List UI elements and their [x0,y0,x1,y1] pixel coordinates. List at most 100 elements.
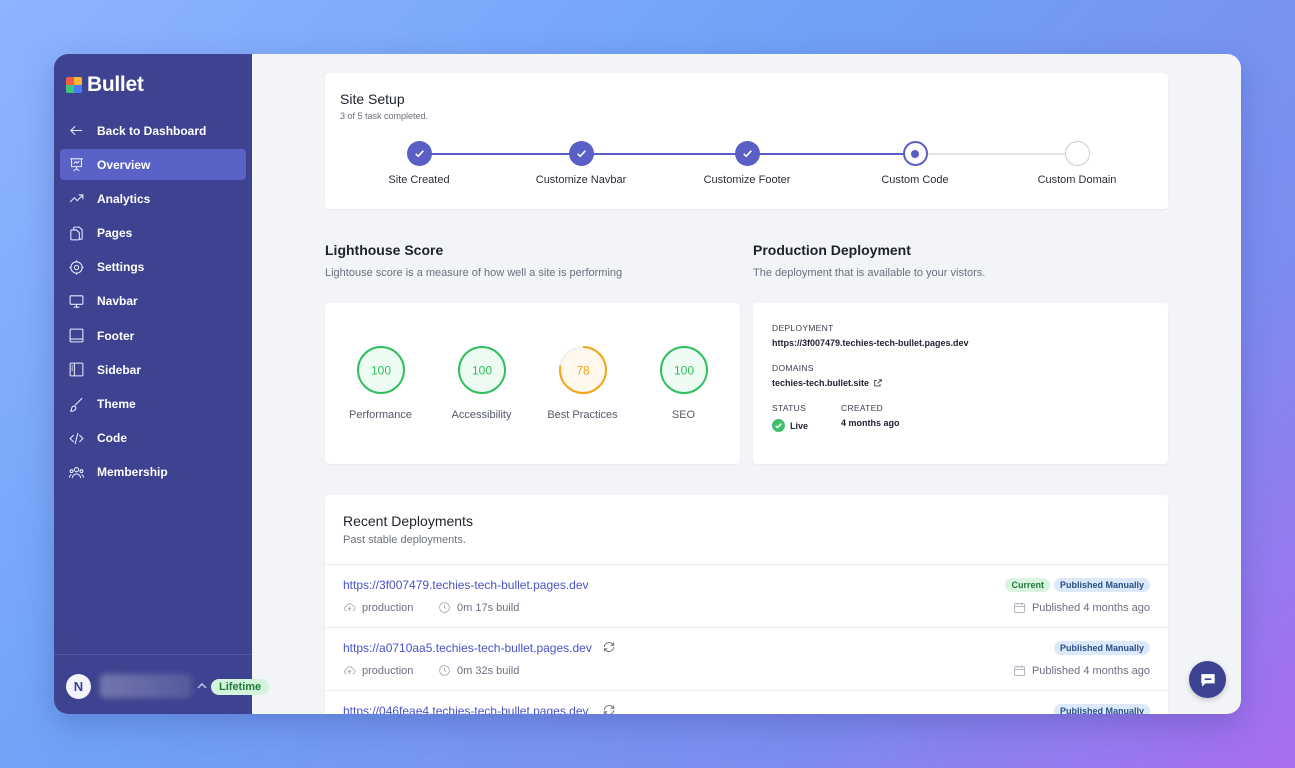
sidebar-item-label: Footer [97,328,135,343]
sidebar-item-pages[interactable]: Pages [60,218,246,249]
score-value: 100 [673,364,693,378]
chat-button[interactable] [1189,661,1226,698]
sidebar-nav: Back to Dashboard Overview Analytics Pag… [60,115,246,491]
step-custom-code[interactable]: Custom Code [840,141,990,186]
site-setup-subtitle: 3 of 5 task completed. [340,111,429,121]
monitor-icon [67,292,85,310]
deployment-environment: production [343,601,413,614]
calendar-icon [1014,602,1025,613]
created-label: CREATED [841,403,884,413]
sidebar-item-membership[interactable]: Membership [60,457,246,488]
deployment-link[interactable]: https://3f007479.techies-tech-bullet.pag… [343,578,589,592]
calendar-icon [1014,665,1025,676]
sidebar-item-settings[interactable]: Settings [60,252,246,283]
score-accessibility: 100 Accessibility [431,345,532,421]
sidebar: Bullet Back to Dashboard Overview Analyt… [54,54,270,714]
production-title: Production Deployment [753,242,911,258]
lighthouse-card: 100 Performance 100 Accessibility 78 Bes… [325,303,740,464]
step-label: Custom Code [881,174,949,186]
published-text: Published 4 months ago [1031,601,1150,614]
score-value: 100 [471,364,491,378]
score-label: Accessibility [451,409,512,421]
step-label: Custom Domain [1037,174,1117,186]
current-badge: Current [1005,578,1050,592]
sidebar-item-analytics[interactable]: Analytics [60,183,246,214]
sidebar-item-sidebar[interactable]: Sidebar [60,354,246,385]
sidebar-item-footer[interactable]: Footer [60,320,246,351]
presentation-chart-icon [67,156,85,174]
deployment-url[interactable]: https://3f007479.techies-tech-bullet.pag… [772,338,969,348]
current-step-icon [902,141,928,166]
sidebar-item-theme[interactable]: Theme [60,389,246,420]
recent-deployments-card: Recent Deployments Past stable deploymen… [325,495,1168,714]
status-text: Live [790,420,809,431]
main-content: Site Setup 3 of 5 task completed. Site C… [252,54,1241,714]
cloud-upload-icon [344,603,356,612]
step-site-created[interactable]: Site Created [344,141,494,186]
refresh-icon[interactable] [602,703,616,714]
deployment-link[interactable]: https://046feae4.techies-tech-bullet.pag… [343,704,589,714]
sidebar-item-label: Membership [97,465,168,480]
app-window: Bullet Back to Dashboard Overview Analyt… [54,54,1241,714]
published-manually-badge: Published Manually [1053,641,1150,655]
sidebar-item-label: Back to Dashboard [97,123,207,138]
score-ring: 100 [457,346,506,394]
score-label: SEO [671,409,696,421]
brand[interactable]: Bullet [66,73,144,97]
deployment-row: https://046feae4.techies-tech-bullet.pag… [325,690,1168,714]
site-setup-title: Site Setup [340,91,405,107]
pending-step-icon [1064,141,1090,166]
step-label: Customize Navbar [535,174,627,186]
clock-icon [439,602,450,613]
brand-name: Bullet [87,73,144,96]
step-customize-footer[interactable]: Customize Footer [672,141,822,186]
domains-label: DOMAINS [772,363,814,373]
check-icon [734,141,760,166]
domain-text: techies-tech.bullet.site [772,378,870,388]
chevron-up-icon[interactable] [197,682,207,690]
sidebar-item-code[interactable]: Code [60,423,246,454]
environment-text: production [362,601,414,614]
status-label: STATUS [772,403,807,413]
brush-icon [67,395,85,413]
domain-link[interactable]: techies-tech.bullet.site [772,378,883,388]
arrow-left-icon [67,122,85,140]
sidebar-item-navbar[interactable]: Navbar [60,286,246,317]
recent-deployments-title: Recent Deployments [343,513,473,529]
created-value: 4 months ago [841,418,900,428]
score-value: 100 [370,364,390,378]
lighthouse-subtitle: Lightouse score is a measure of how well… [325,267,623,279]
step-customize-navbar[interactable]: Customize Navbar [506,141,656,186]
sidebar-layout-icon [67,361,85,379]
user-name-redacted [100,674,192,698]
user-menu[interactable]: N Lifetime [54,654,270,714]
cloud-upload-icon [344,666,356,675]
sidebar-item-label: Settings [97,260,145,275]
sidebar-item-label: Pages [97,226,133,241]
check-icon [406,141,432,166]
sidebar-item-label: Navbar [97,294,138,309]
code-icon [67,429,85,447]
score-ring: 78 [558,346,607,394]
deployment-link[interactable]: https://a0710aa5.techies-tech-bullet.pag… [343,641,592,655]
chat-bubble-icon [1200,673,1215,687]
check-circle-icon [772,419,785,432]
sidebar-item-label: Theme [97,397,136,411]
step-custom-domain[interactable]: Custom Domain [1002,141,1152,186]
sidebar-item-back-to-dashboard[interactable]: Back to Dashboard [60,115,246,146]
score-seo: 100 SEO [633,345,734,421]
sidebar-item-overview[interactable]: Overview [60,149,246,181]
bullet-logo-icon [66,77,82,93]
gear-icon [67,258,85,276]
status-value: Live [772,419,808,432]
build-duration: 0m 17s build [438,601,519,614]
step-label: Customize Footer [703,174,791,186]
clock-icon [439,665,450,676]
production-deployment-card: DEPLOYMENT https://3f007479.techies-tech… [753,303,1168,464]
external-link-icon [874,379,882,387]
score-label: Best Practices [547,409,618,421]
site-setup-card: Site Setup 3 of 5 task completed. Site C… [325,73,1168,209]
sidebar-item-label: Code [97,431,127,446]
refresh-icon[interactable] [602,640,616,654]
score-value: 78 [576,364,590,378]
